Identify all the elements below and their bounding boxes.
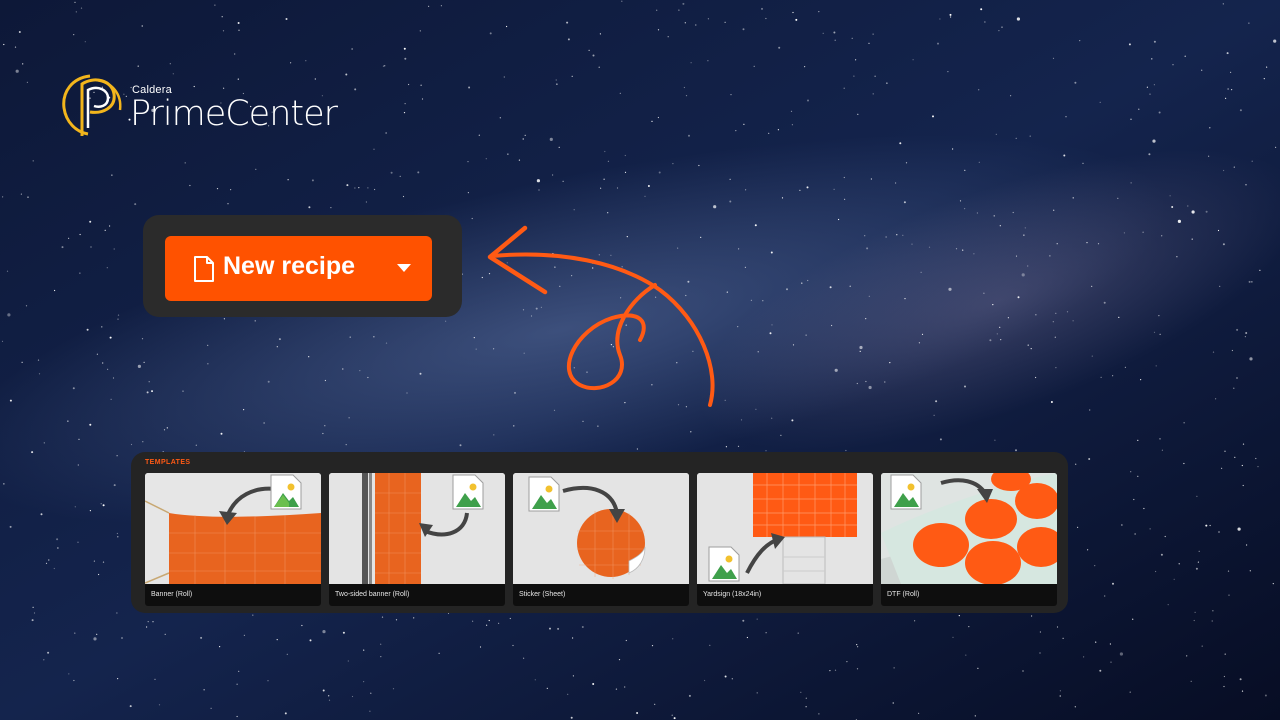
template-thumbnail	[513, 473, 689, 584]
template-caption: Sticker (Sheet)	[519, 591, 566, 598]
template-card-banner-roll[interactable]: Banner (Roll)	[145, 473, 321, 606]
new-recipe-button[interactable]: New recipe	[165, 236, 432, 301]
template-card-two-sided-banner-roll[interactable]: Two-sided banner (Roll)	[329, 473, 505, 606]
new-recipe-panel: New recipe	[143, 215, 462, 317]
product-name: PrimeCenter	[130, 94, 338, 134]
template-caption: Banner (Roll)	[151, 591, 193, 598]
template-caption: DTF (Roll)	[887, 591, 920, 598]
chevron-down-icon[interactable]	[397, 264, 411, 273]
primecenter-logo-mark-icon	[62, 74, 122, 136]
template-caption: Yardsign (18x24in)	[703, 591, 762, 598]
template-thumbnail	[145, 473, 321, 584]
new-recipe-label: New recipe	[223, 252, 356, 280]
template-card-dtf-roll[interactable]: DTF (Roll)	[881, 473, 1057, 606]
template-caption: Two-sided banner (Roll)	[335, 591, 410, 598]
template-card-sticker-sheet[interactable]: Sticker (Sheet)	[513, 473, 689, 606]
templates-panel: TEMPLATES Banner (Roll) Two-sided banner…	[131, 452, 1068, 613]
template-thumbnail	[329, 473, 505, 584]
template-thumbnail	[697, 473, 873, 584]
document-icon	[194, 256, 214, 282]
template-thumbnail	[881, 473, 1057, 584]
templates-title: TEMPLATES	[145, 459, 191, 466]
template-card-yardsign[interactable]: Yardsign (18x24in)	[697, 473, 873, 606]
primecenter-logo: Caldera PrimeCenter	[60, 70, 340, 145]
